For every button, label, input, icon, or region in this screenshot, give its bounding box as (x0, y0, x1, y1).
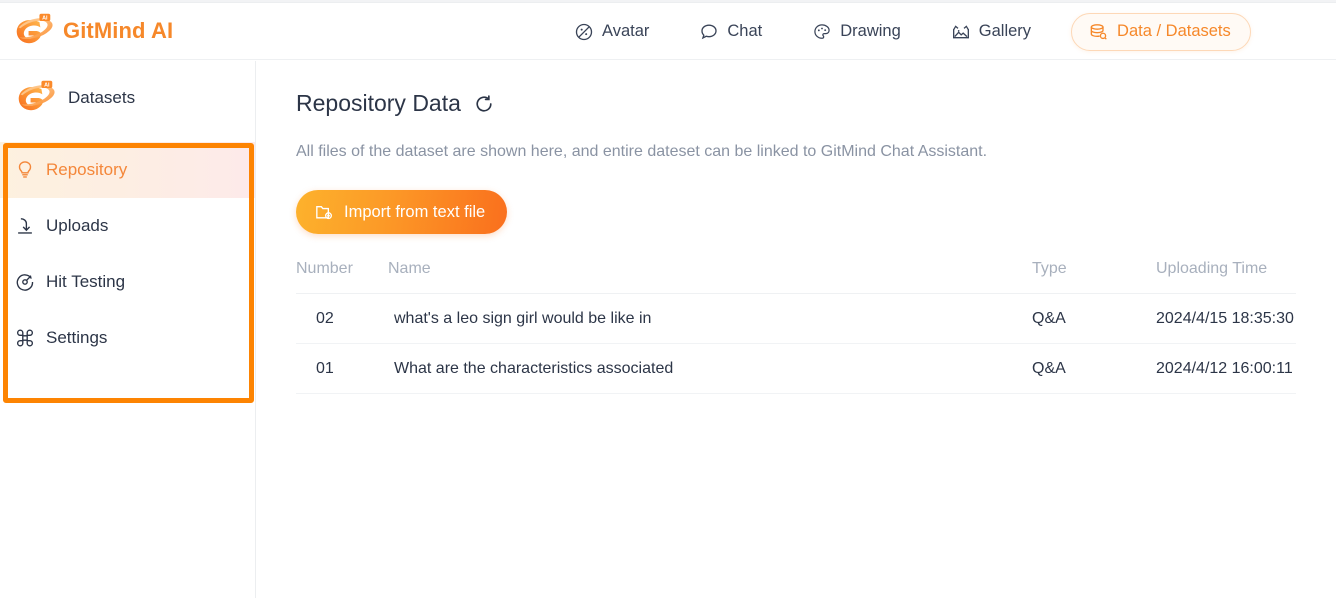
sidebar: AI Datasets Repository Uploads Hit Testi… (0, 61, 256, 598)
sidebar-item-repository[interactable]: Repository (0, 142, 255, 198)
main-navigation: Avatar Chat Drawing Gallery Data / Datas… (560, 3, 1251, 60)
table-row[interactable]: 01 What are the characteristics associat… (296, 343, 1296, 394)
folder-plus-icon (314, 202, 334, 222)
nav-item-data-datasets[interactable]: Data / Datasets (1071, 12, 1251, 51)
refresh-icon[interactable] (473, 93, 495, 115)
sidebar-header: AI Datasets (0, 61, 255, 117)
brand[interactable]: AI GitMind AI (12, 12, 173, 50)
column-header-type[interactable]: Type (1032, 260, 1156, 294)
column-header-name[interactable]: Name (388, 260, 1032, 294)
cell-name: What are the characteristics associated (388, 343, 1032, 394)
table-row[interactable]: 02 what's a leo sign girl would be like … (296, 293, 1296, 344)
repository-data-table: Number Name Type Uploading Time 02 what'… (296, 260, 1296, 394)
sidebar-item-label: Uploads (46, 216, 109, 235)
sidebar-item-label: Hit Testing (46, 272, 126, 291)
column-header-uploading-time[interactable]: Uploading Time (1156, 260, 1296, 294)
table-header-row: Number Name Type Uploading Time (296, 260, 1296, 294)
cell-uploading-time: 2024/4/12 16:00:11 (1156, 343, 1296, 394)
page-title-text: Repository Data (296, 90, 461, 116)
flower-grid-icon (14, 327, 36, 349)
import-button-label: Import from text file (344, 202, 486, 221)
cell-type: Q&A (1032, 293, 1156, 344)
sidebar-item-label: Repository (46, 160, 128, 179)
sidebar-item-label: Settings (46, 328, 108, 347)
sidebar-item-uploads[interactable]: Uploads (0, 198, 255, 254)
table-body: 02 what's a leo sign girl would be like … (296, 293, 1296, 394)
cell-uploading-time: 2024/4/15 18:35:30 (1156, 293, 1296, 344)
nav-item-drawing[interactable]: Drawing (798, 16, 915, 48)
cell-name: what's a leo sign girl would be like in (388, 293, 1032, 344)
table-header: Number Name Type Uploading Time (296, 260, 1296, 294)
brand-name: GitMind AI (63, 18, 174, 43)
sidebar-menu: Repository Uploads Hit Testing Settings (0, 142, 255, 366)
cell-number: 01 (296, 343, 388, 394)
sidebar-title: Datasets (68, 88, 136, 107)
main-content: Repository Data All files of the dataset… (256, 61, 1336, 598)
avatar-icon (574, 22, 594, 42)
nav-item-label: Drawing (840, 22, 901, 40)
import-from-text-file-button[interactable]: Import from text file (296, 190, 508, 234)
column-header-number[interactable]: Number (296, 260, 388, 294)
database-stack-icon (1088, 22, 1108, 42)
sidebar-item-hit-testing[interactable]: Hit Testing (0, 254, 255, 310)
page-title: Repository Data (296, 90, 1336, 117)
lightbulb-icon (14, 159, 36, 181)
nav-item-gallery[interactable]: Gallery (937, 16, 1045, 48)
gitmind-logo-icon: AI (14, 79, 58, 117)
svg-text:AI: AI (44, 83, 50, 89)
target-icon (14, 271, 36, 293)
gitmind-logo-icon: AI (12, 12, 56, 50)
nav-item-avatar[interactable]: Avatar (560, 16, 663, 48)
app-header: AI GitMind AI Avatar Chat Drawing Galler… (0, 3, 1336, 60)
nav-item-label: Avatar (602, 22, 650, 40)
cell-number: 02 (296, 293, 388, 344)
palette-icon (812, 22, 832, 42)
cell-type: Q&A (1032, 343, 1156, 394)
sidebar-item-settings[interactable]: Settings (0, 310, 255, 366)
nav-item-label: Gallery (978, 22, 1032, 40)
nav-pill-label: Data / Datasets (1117, 22, 1231, 40)
gallery-image-icon (951, 22, 971, 42)
upload-arrow-icon (14, 215, 36, 237)
page-description: All files of the dataset are shown here,… (296, 143, 988, 160)
nav-item-label: Chat (727, 22, 763, 40)
chat-bubble-icon (699, 22, 719, 42)
app-root: AI GitMind AI Avatar Chat Drawing Galler… (0, 0, 1336, 598)
svg-text:AI: AI (42, 16, 48, 22)
nav-item-chat[interactable]: Chat (685, 16, 776, 48)
